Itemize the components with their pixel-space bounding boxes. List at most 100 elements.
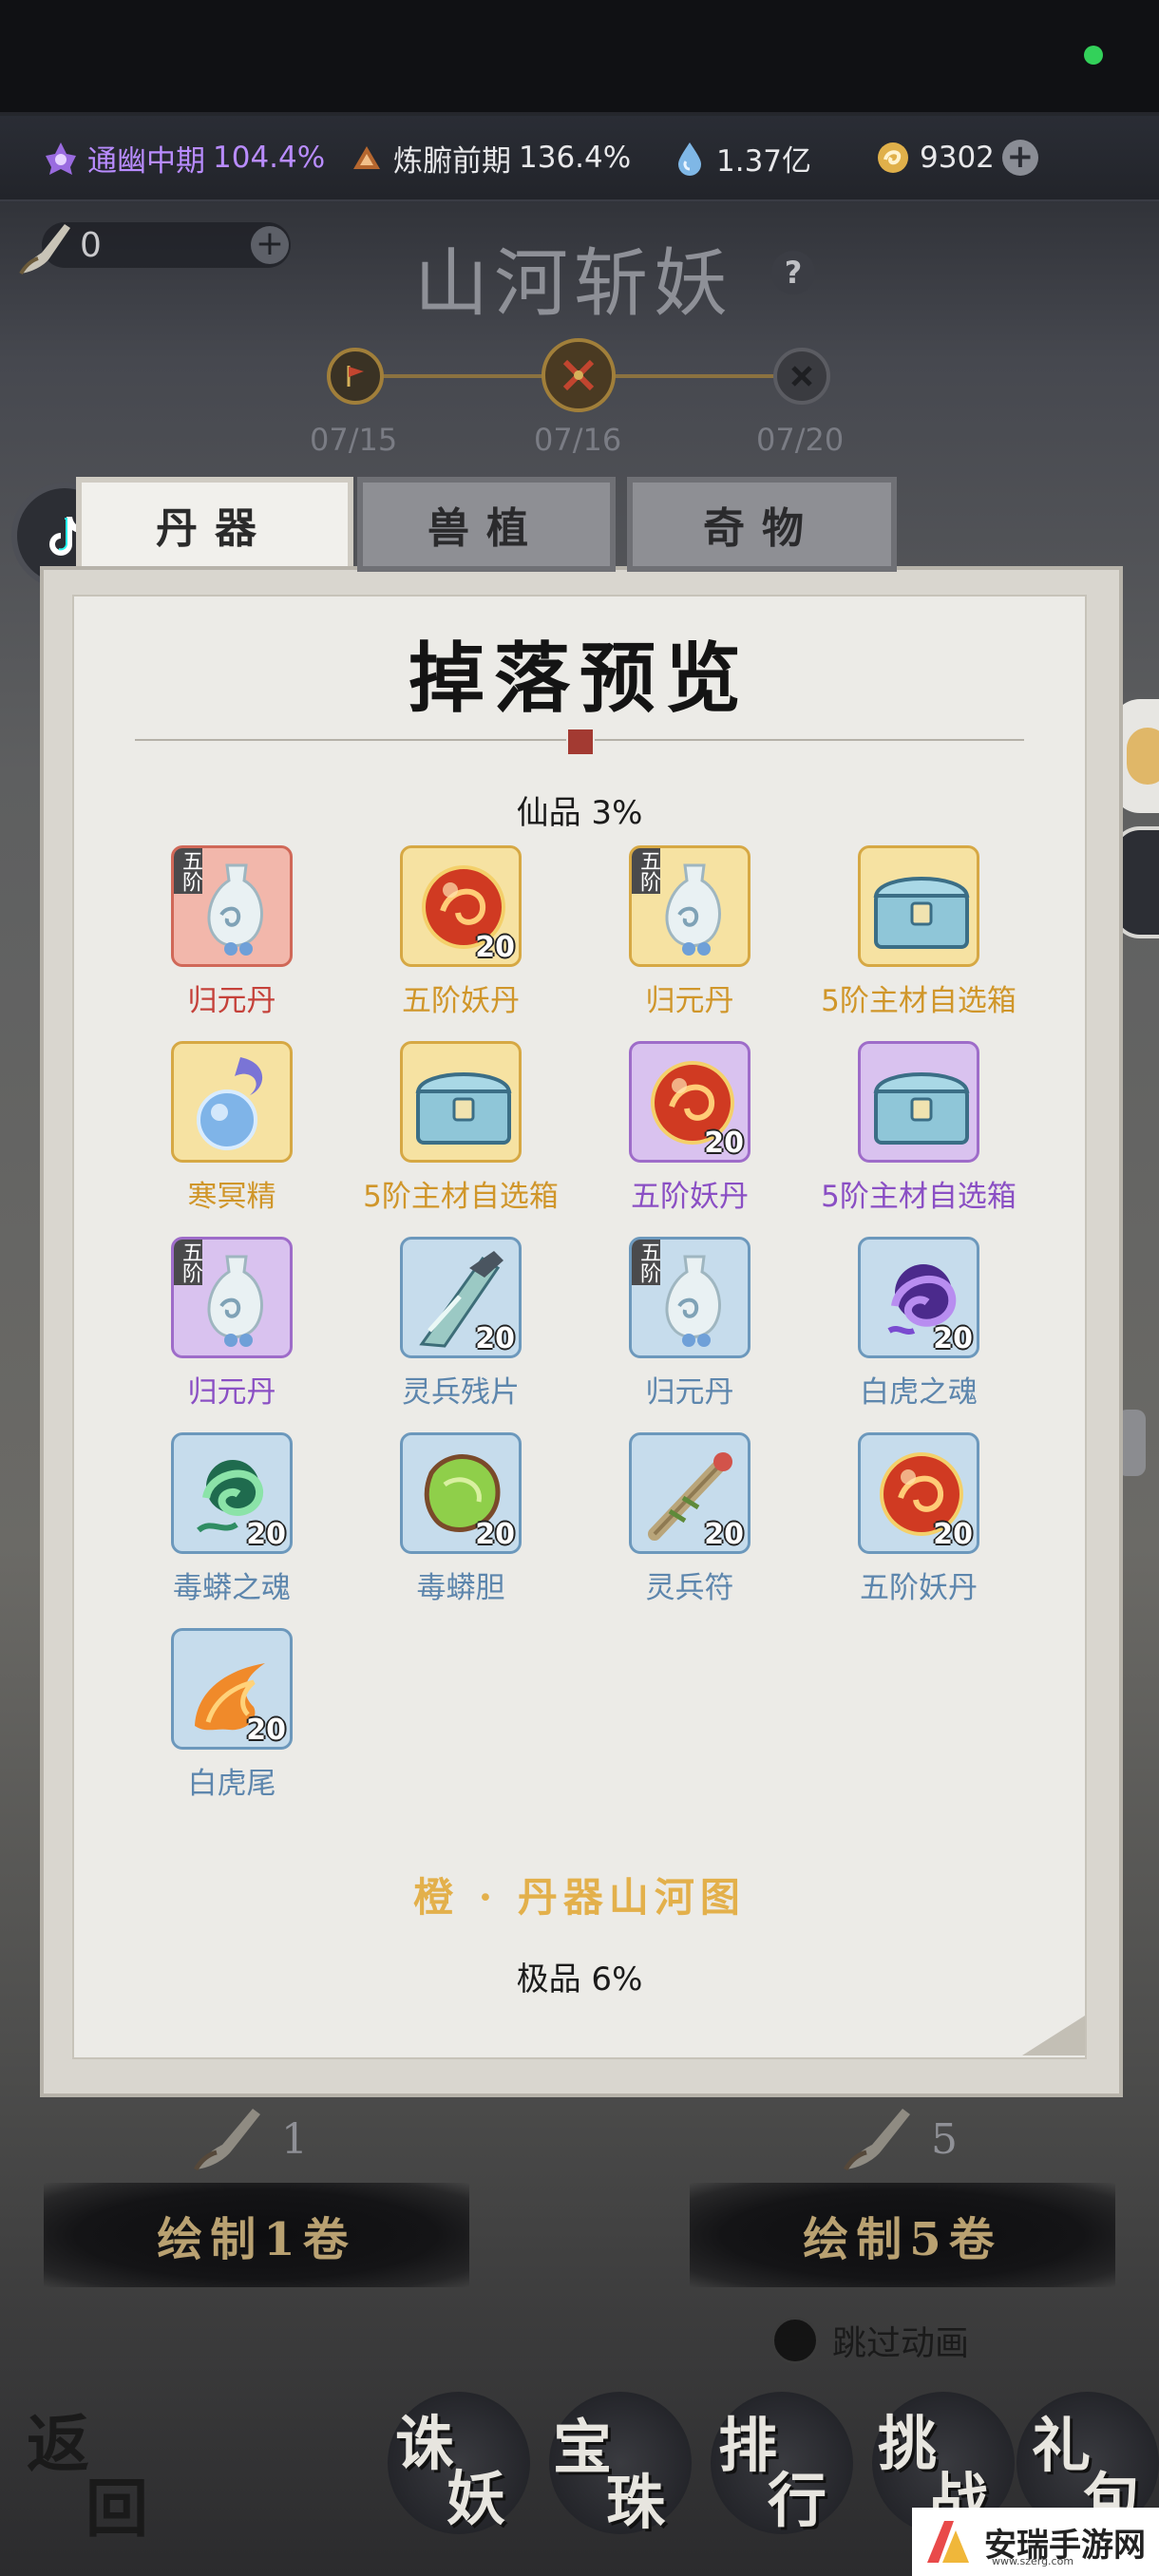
item-name: 灵兵符 xyxy=(645,1571,734,1605)
drop-item[interactable]: 20 灵兵残片 xyxy=(347,1237,575,1417)
add-ticket-button[interactable]: + xyxy=(251,226,289,264)
nav-treasure-orb[interactable]: 宝 珠 xyxy=(549,2392,692,2537)
resource-bar: 通幽中期 104.4% 炼腑前期 136.4% 1.37亿 9302 + xyxy=(0,116,1159,201)
item-count: 20 xyxy=(933,1518,973,1551)
spirit-stone-stat[interactable]: 1.37亿 xyxy=(671,137,811,179)
drop-item[interactable]: 五阶 归元丹 xyxy=(118,845,346,1026)
item-name: 毒蟒之魂 xyxy=(173,1571,291,1605)
item-icon-box xyxy=(858,845,979,967)
item-icon-box: 五阶 xyxy=(171,845,293,967)
body-refine-icon xyxy=(348,139,386,177)
ticket-count: 0 xyxy=(80,226,102,265)
timeline-node-1[interactable] xyxy=(327,348,384,405)
item-icon-box: 20 xyxy=(400,1237,522,1358)
map-title: 橙 · 丹器山河图 xyxy=(413,1874,746,1921)
watermark-url: www.szerg.com xyxy=(992,2555,1074,2567)
brush-icon xyxy=(843,2109,910,2171)
item-icon-box: 20 xyxy=(171,1432,293,1554)
item-name: 5阶主材自选箱 xyxy=(821,984,1016,1018)
cultivation-stat[interactable]: 通幽中期 104.4% xyxy=(42,137,325,179)
timeline-date-2: 07/16 xyxy=(534,422,622,458)
item-icon-box: 五阶 xyxy=(171,1237,293,1358)
timeline-node-2[interactable] xyxy=(542,338,616,412)
item-name: 归元丹 xyxy=(645,1375,734,1410)
drop-item[interactable]: 五阶归元丹 xyxy=(118,1237,346,1417)
item-icon-box: 20 xyxy=(858,1432,979,1554)
tier-superior-label: 极品 6% xyxy=(516,1960,643,1998)
body-stat[interactable]: 炼腑前期 136.4% xyxy=(348,137,631,179)
item-icon-box: 20 xyxy=(858,1237,979,1358)
item-icon-box: 20 xyxy=(171,1628,293,1750)
drop-item[interactable]: 五阶 归元丹 xyxy=(576,1237,804,1417)
item-count: 20 xyxy=(475,931,515,964)
item-icon-box: 五阶 xyxy=(629,845,750,967)
item-icon-box: 20 xyxy=(629,1041,750,1163)
tab-beasts-plants[interactable]: 兽植 xyxy=(357,477,616,572)
drop-item[interactable]: 5阶主材自选箱 xyxy=(805,845,1033,1026)
help-button[interactable]: ? xyxy=(771,251,815,294)
item-icon-box xyxy=(858,1041,979,1163)
body-label: 炼腑前期 xyxy=(393,143,511,179)
tab-curios[interactable]: 奇物 xyxy=(627,477,897,572)
flag-icon xyxy=(347,366,364,387)
drop-item[interactable]: 5阶主材自选箱 xyxy=(347,1041,575,1222)
drop-item[interactable]: 20 白虎之魂 xyxy=(805,1237,1033,1417)
multi-cost-value: 5 xyxy=(931,2114,958,2164)
nav-ranking[interactable]: 排 行 xyxy=(711,2392,853,2535)
skip-animation-toggle[interactable]: 跳过动画 xyxy=(771,2316,969,2365)
nav-slay-demon[interactable]: 诛 妖 xyxy=(388,2392,530,2534)
drop-item[interactable]: 20 五阶妖丹 xyxy=(347,845,575,1026)
skip-checkbox[interactable] xyxy=(771,2317,819,2364)
cultivation-value: 104.4% xyxy=(213,141,326,175)
item-icon-box: 五阶 xyxy=(629,1237,750,1358)
drop-item[interactable]: 20 白虎尾 xyxy=(118,1628,346,1809)
cultivation-label: 通幽中期 xyxy=(87,143,205,179)
nav-char: 礼 xyxy=(1032,2411,1092,2480)
nav-char: 妖 xyxy=(446,2464,506,2533)
back-char-1: 返 xyxy=(27,2407,89,2481)
item-name: 五阶妖丹 xyxy=(860,1571,978,1605)
status-indicator-dot xyxy=(1084,46,1103,65)
skip-label: 跳过动画 xyxy=(832,2324,970,2363)
drop-item[interactable]: 20 五阶妖丹 xyxy=(576,1041,804,1222)
draw-one-button[interactable]: 绘制1卷 xyxy=(44,2183,469,2287)
item-tier-badge: 五阶 xyxy=(174,1240,202,1285)
item-name: 五阶妖丹 xyxy=(631,1180,749,1214)
item-count: 20 xyxy=(704,1127,744,1160)
multi-draw-cost: 5 xyxy=(836,2101,958,2177)
coin-value: 9302 xyxy=(920,141,995,175)
timeline-node-3[interactable] xyxy=(773,348,830,405)
body-value: 136.4% xyxy=(519,141,632,175)
back-button[interactable]: 返 回 xyxy=(13,2394,165,2546)
add-coins-button[interactable]: + xyxy=(1001,140,1038,176)
item-count: 20 xyxy=(933,1322,973,1355)
drop-item[interactable]: 寒冥精 xyxy=(118,1041,346,1222)
scroll-ticket-counter: 0 + xyxy=(13,215,291,275)
item-count: 20 xyxy=(475,1518,515,1551)
tab-pills-gear[interactable]: 丹器 xyxy=(76,477,353,566)
brush-icon xyxy=(193,2109,260,2171)
item-name: 五阶妖丹 xyxy=(402,984,520,1018)
nav-char: 挑 xyxy=(878,2409,938,2478)
drop-item[interactable]: 20 毒蟒之魂 xyxy=(118,1432,346,1613)
page-title: 山河斩妖 xyxy=(414,241,734,327)
coin-stat[interactable]: 9302 + xyxy=(874,137,1038,179)
drop-item[interactable]: 20 灵兵符 xyxy=(576,1432,804,1613)
item-tier-badge: 五阶 xyxy=(174,848,202,894)
item-name: 毒蟒胆 xyxy=(416,1571,505,1605)
item-name: 归元丹 xyxy=(187,1375,276,1410)
item-icon-box: 20 xyxy=(400,845,522,967)
item-icon-box xyxy=(400,1041,522,1163)
drop-item[interactable]: 20 五阶妖丹 xyxy=(805,1432,1033,1613)
nav-char: 诛 xyxy=(395,2409,455,2478)
timeline-date-1: 07/15 xyxy=(310,422,398,458)
drop-item[interactable]: 20 毒蟒胆 xyxy=(347,1432,575,1613)
watermark-logo-icon xyxy=(927,2521,969,2563)
draw-five-button[interactable]: 绘制5卷 xyxy=(690,2183,1115,2287)
drop-item[interactable]: 5阶主材自选箱 xyxy=(805,1041,1033,1222)
item-count: 20 xyxy=(246,1714,286,1747)
drop-item[interactable]: 五阶 归元丹 xyxy=(576,845,804,1026)
item-name: 5阶主材自选箱 xyxy=(363,1180,559,1214)
item-icon-box: 20 xyxy=(400,1432,522,1554)
page-fold xyxy=(1022,2016,1085,2055)
